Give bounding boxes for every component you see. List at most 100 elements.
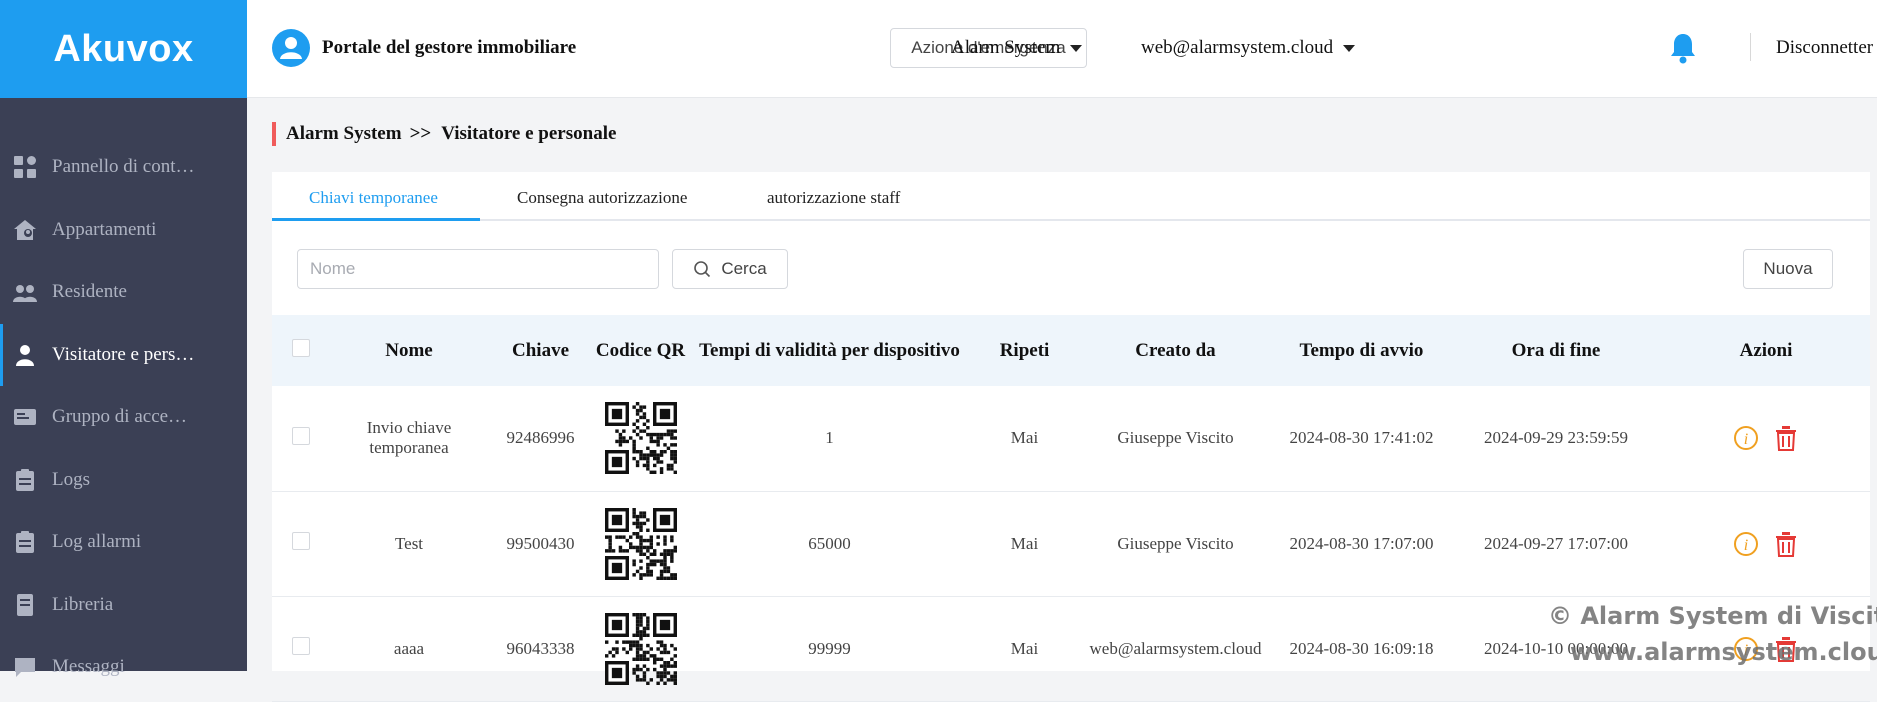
- alarm-log-icon: [10, 529, 40, 555]
- table-row[interactable]: Test 99500430 65000 Mai Giuseppe Viscito…: [272, 491, 1870, 596]
- account-selector[interactable]: web@alarmsystem.cloud: [1141, 37, 1356, 59]
- tab-bar: Chiavi temporanee Consegna autorizzazion…: [272, 172, 1870, 221]
- account-selector-label: web@alarmsystem.cloud: [1141, 37, 1334, 58]
- user-avatar-icon: [272, 29, 310, 67]
- info-icon[interactable]: i: [1732, 424, 1760, 452]
- row-checkbox[interactable]: [292, 532, 310, 550]
- copyright-watermark: © Alarm System di Viscito G.: [1548, 602, 1877, 630]
- sidebar-item-label: Messaggi: [52, 656, 125, 678]
- akuvox-logo[interactable]: Akuvox: [0, 0, 247, 98]
- qr-code-image[interactable]: [604, 402, 677, 475]
- cell-repeat: Mai: [1010, 533, 1039, 553]
- svg-text:i: i: [1744, 431, 1748, 448]
- cell-start-time: 2024-08-30 16:09:18: [1289, 638, 1434, 658]
- bell-icon[interactable]: [1669, 32, 1697, 64]
- qr-code-image[interactable]: [604, 507, 677, 580]
- row-checkbox[interactable]: [292, 426, 310, 445]
- column-header: Azioni: [1739, 339, 1793, 361]
- sidebar-item-residents[interactable]: Residente: [0, 261, 247, 324]
- divider: [1750, 33, 1751, 61]
- cell-name: Invio chiave temporanea: [366, 418, 452, 458]
- cell-key: 99500430: [506, 533, 575, 553]
- sidebar-item-label: Gruppo di acce…: [52, 406, 188, 428]
- cell-repeat: Mai: [1010, 638, 1039, 658]
- sidebar-item-label: Libreria: [52, 593, 114, 615]
- sidebar-item-visitors[interactable]: Visitatore e pers…: [0, 323, 247, 386]
- column-header[interactable]: Tempo di avvio: [1273, 315, 1450, 386]
- row-checkbox[interactable]: [292, 637, 310, 655]
- sidebar-item-library[interactable]: Libreria: [0, 574, 247, 637]
- logout-link[interactable]: Disconnetter: [1776, 37, 1873, 59]
- tab-staff-authorization[interactable]: autorizzazione staff: [767, 188, 900, 208]
- sidebar-nav: Pannello di cont… Appartamenti Residente…: [0, 136, 247, 699]
- dashboard-icon: [10, 154, 40, 180]
- top-bar: Portale del gestore immobiliare Azione d…: [247, 0, 1877, 98]
- sidebar-item-messages[interactable]: Messaggi: [0, 636, 247, 699]
- table-header-row: Nome Chiave Codice QR Tempi di validità …: [272, 315, 1870, 386]
- info-icon[interactable]: i: [1732, 530, 1760, 558]
- select-all-cell: [272, 315, 330, 386]
- cell-qr: [593, 491, 688, 596]
- select-all-checkbox[interactable]: [292, 338, 310, 357]
- cell-created-by: Giuseppe Viscito: [1117, 428, 1234, 448]
- caret-down-icon: [1343, 44, 1356, 52]
- residents-icon: [10, 279, 40, 305]
- column-header[interactable]: Ora di fine: [1450, 315, 1662, 386]
- cell-start-time: 2024-08-30 17:41:02: [1289, 428, 1434, 448]
- sidebar-item-label: Appartamenti: [52, 218, 157, 240]
- breadcrumb-current: Visitatore e personale: [441, 123, 617, 144]
- apartment-icon: [10, 217, 40, 243]
- column-header[interactable]: Nome: [330, 315, 488, 386]
- cell-repeat: Mai: [1010, 428, 1039, 448]
- column-header[interactable]: Chiave: [488, 315, 593, 386]
- sidebar-item-label: Residente: [52, 281, 127, 303]
- search-icon: [694, 261, 711, 278]
- cell-validity: 1: [825, 428, 834, 448]
- cell-created-by: web@alarmsystem.cloud: [1089, 638, 1262, 658]
- cell-created-by: Giuseppe Viscito: [1117, 533, 1234, 553]
- name-search-input[interactable]: [297, 249, 659, 289]
- column-header[interactable]: Ripeti: [971, 315, 1078, 386]
- sidebar-item-dashboard[interactable]: Pannello di cont…: [0, 136, 247, 199]
- trash-icon[interactable]: [1772, 530, 1800, 558]
- tab-delivery-authorization[interactable]: Consegna autorizzazione: [517, 188, 687, 208]
- sidebar-item-logs[interactable]: Logs: [0, 449, 247, 512]
- cell-end-time: 2024-09-27 17:07:00: [1483, 533, 1629, 553]
- sidebar: Akuvox Pannello di cont… Appartamenti Re…: [0, 0, 247, 678]
- site-selector[interactable]: Alarm System: [951, 37, 1083, 59]
- cell-name: Test: [394, 533, 424, 553]
- trash-icon[interactable]: [1772, 424, 1800, 452]
- website-watermark: www.alarmsystem.cloud: [1570, 638, 1877, 666]
- search-button[interactable]: Cerca: [672, 249, 788, 289]
- logo-text: Akuvox: [53, 27, 194, 70]
- sidebar-item-alarm-logs[interactable]: Log allarmi: [0, 511, 247, 574]
- sidebar-item-access-groups[interactable]: Gruppo di acce…: [0, 386, 247, 449]
- table-row[interactable]: Invio chiave temporanea 92486996 1 Mai G…: [272, 386, 1870, 491]
- column-header: Codice QR: [595, 339, 686, 361]
- caret-down-icon: [1070, 44, 1083, 52]
- portal-title: Portale del gestore immobiliare: [322, 37, 577, 58]
- search-button-label: Cerca: [721, 259, 767, 278]
- cell-validity: 65000: [808, 533, 851, 553]
- sidebar-item-label: Pannello di cont…: [52, 156, 195, 178]
- breadcrumb: Alarm System >> Visitatore e personale: [272, 122, 616, 146]
- breadcrumb-separator: >>: [409, 123, 432, 144]
- cell-actions: i: [1662, 386, 1870, 491]
- visitor-icon: [10, 342, 40, 368]
- new-key-button[interactable]: Nuova: [1743, 249, 1833, 289]
- qr-code-image[interactable]: [604, 612, 677, 685]
- column-header[interactable]: Tempi di validità per dispositivo: [688, 315, 971, 386]
- library-icon: [10, 592, 40, 618]
- sidebar-item-label: Visitatore e pers…: [52, 343, 195, 365]
- tab-temporary-keys[interactable]: Chiavi temporanee: [309, 188, 438, 208]
- cell-validity: 99999: [808, 638, 851, 658]
- row-select-cell: [272, 386, 330, 491]
- cell-key: 96043338: [506, 638, 575, 658]
- main-card: Chiavi temporanee Consegna autorizzazion…: [272, 172, 1870, 701]
- sidebar-item-apartments[interactable]: Appartamenti: [0, 199, 247, 262]
- breadcrumb-parent[interactable]: Alarm System: [286, 123, 402, 145]
- active-tab-indicator: [272, 218, 480, 221]
- cell-qr: [593, 596, 688, 701]
- column-header[interactable]: Creato da: [1078, 315, 1273, 386]
- site-selector-label: Alarm System: [951, 37, 1061, 58]
